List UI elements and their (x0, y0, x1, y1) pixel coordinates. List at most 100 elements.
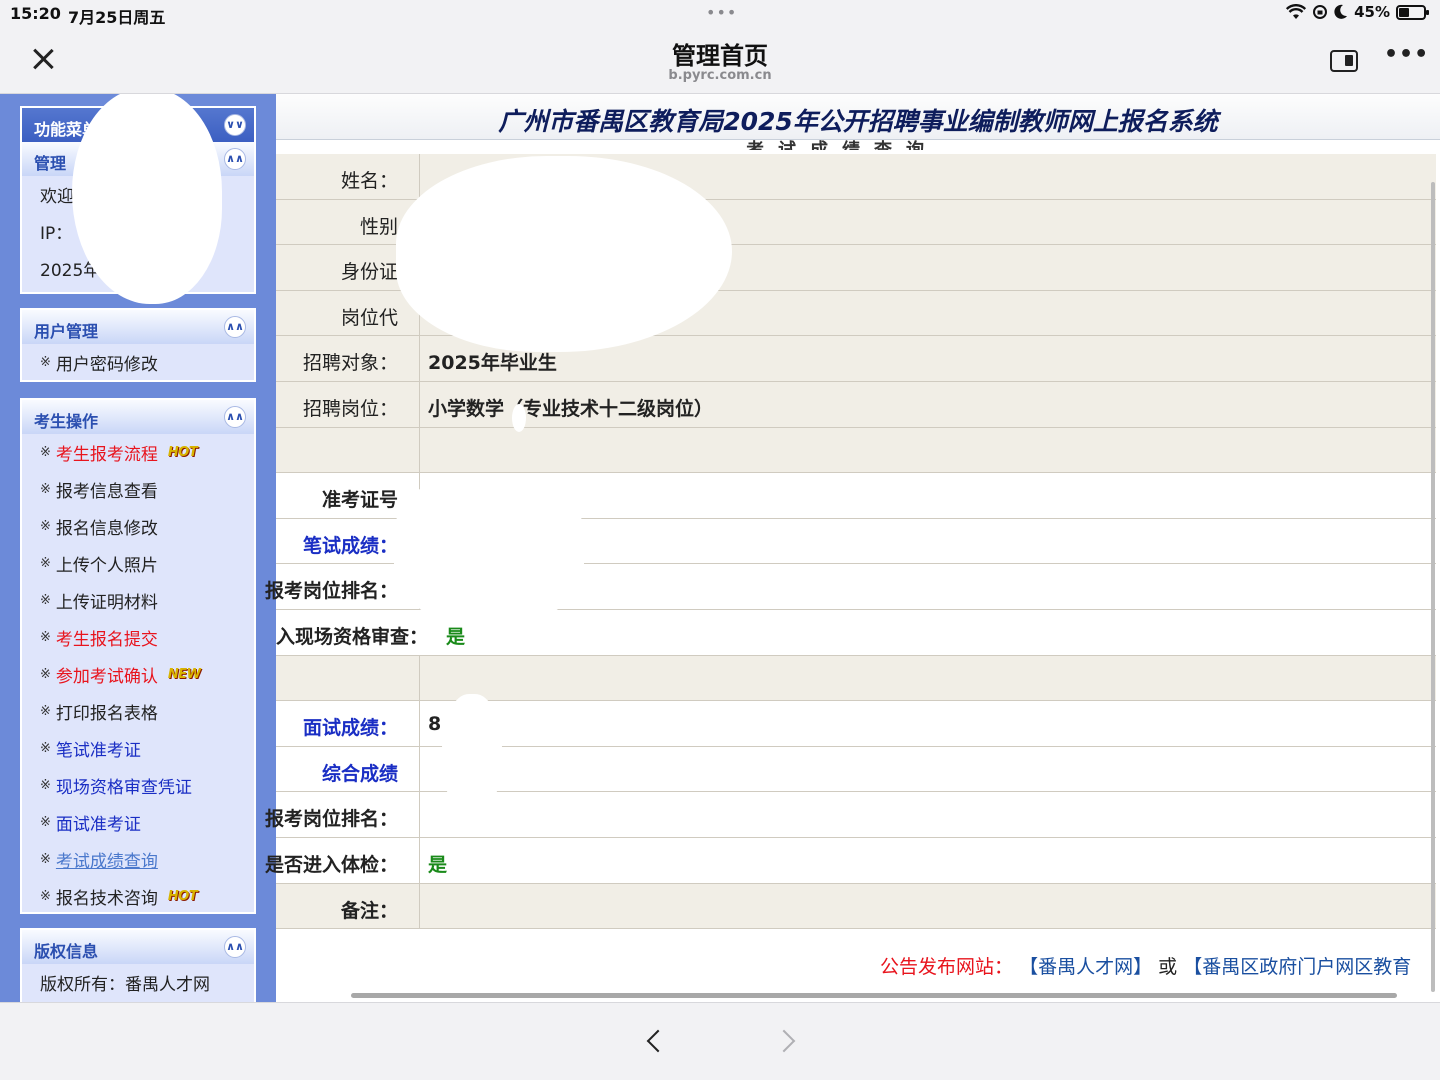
battery-percent: 45% (1354, 3, 1390, 21)
web-page: 功能菜单 ∨∨ 管理 ∧∧ 欢迎 IP： 2025年 用户管理 ∧∧ ※ 用户密码… (0, 94, 1440, 1002)
table-row: 备注： (276, 883, 1436, 930)
bullet-icon: ※ (40, 593, 51, 608)
announcement-label: 公告发布网站： (880, 956, 1014, 978)
sidebar-item-exam[interactable]: ※ 报名技术咨询 HOT (22, 878, 254, 915)
bullet-icon: ※ (40, 704, 51, 719)
bullet-icon: ※ (40, 889, 51, 904)
status-date: 7月25日周五 (68, 8, 166, 27)
sidebar-item-label: 考生报考流程 (55, 445, 158, 465)
exam-panel-title: 考生操作 (34, 412, 99, 431)
status-indicators: 45% (1286, 3, 1429, 21)
sidebar-item-exam[interactable]: ※ 参加考试确认 NEW (22, 656, 254, 693)
bullet-icon: ※ (40, 667, 51, 682)
exam-panel: 考生操作 ∧∧ ※ 考生报考流程 HOT ※ 报考信息查看 ※ 报名信息修改 ※ 上传个人照片 ※… (20, 398, 256, 914)
table-row: 招聘岗位： 小学数学（专业技术十二级岗位） (276, 381, 1436, 428)
sidebar-item-label: 上传证明材料 (55, 593, 158, 613)
user-panel-title: 用户管理 (34, 322, 99, 341)
bullet-icon: ※ (40, 355, 51, 370)
section-subheading: 考试成绩查询 (746, 136, 938, 150)
column-divider (419, 746, 420, 792)
bullet-icon: ※ (40, 741, 51, 756)
sidebar-item-exam[interactable]: ※ 考生报名提交 (22, 619, 254, 656)
moon-icon (1334, 4, 1348, 19)
sidebar-item-label: 用户密码修改 (55, 355, 158, 375)
collapse-icon[interactable]: ∧∧ (224, 316, 246, 338)
sidebar: 功能菜单 ∨∨ 管理 ∧∧ 欢迎 IP： 2025年 用户管理 ∧∧ ※ 用户密码… (0, 94, 276, 1002)
sidebar-item-password[interactable]: ※ 用户密码修改 (22, 344, 254, 381)
horizontal-scrollbar[interactable] (351, 993, 1397, 998)
sidebar-item-label: 报考信息查看 (55, 482, 158, 502)
exam-panel-header: 考生操作 ∧∧ (22, 400, 254, 434)
sidebar-item-label: 报名技术咨询 (55, 889, 158, 909)
redaction-mark (442, 694, 502, 814)
page-url[interactable]: b.pyrc.com.cn (0, 68, 1440, 83)
copyright-panel-header: 版权信息 ∧∧ (22, 930, 254, 964)
battery-level (1399, 7, 1409, 17)
field-label: 招聘岗位： (302, 397, 398, 420)
sidebar-item-exam[interactable]: ※ 面试准考证 (22, 804, 254, 841)
field-label: 姓名： (340, 170, 398, 192)
table-row (276, 427, 1436, 474)
browser-toolbar (0, 1002, 1440, 1080)
more-options-icon[interactable]: ••• (1384, 42, 1429, 67)
status-time: 15:20 (10, 4, 61, 23)
field-label: 是否进入体检： (264, 853, 398, 876)
column-divider (419, 154, 420, 199)
gov-portal-link[interactable]: 【番禺区政府门户网区教育 (1183, 956, 1411, 978)
sidebar-item-exam[interactable]: ※ 笔试准考证 (22, 730, 254, 767)
field-label: 报考岗位排名： (264, 580, 398, 603)
sidebar-item-exam[interactable]: ※ 上传证明材料 (22, 582, 254, 619)
field-label: 身份证 (340, 261, 398, 284)
main-content: 广州市番禺区教育局2025年公开招聘事业编制教师网上报名系统 考试成绩查询 姓名… (265, 94, 1440, 1002)
column-divider (419, 883, 420, 929)
copyright-panel: 版权信息 ∧∧ 版权所有：番禺人才网 (20, 928, 256, 1002)
bullet-icon: ※ (40, 445, 51, 460)
column-divider (419, 381, 420, 427)
collapse-all-icon[interactable]: ∨∨ (224, 114, 246, 136)
table-row: 招聘对象： 2025年毕业生 (276, 336, 1436, 382)
field-value: 是 (428, 853, 448, 876)
split-view-icon[interactable] (1330, 50, 1358, 72)
status-bar: 15:20 7月25日周五 ••• 45% (0, 0, 1440, 28)
column-divider (419, 701, 420, 746)
field-label: 报考岗位排名： (264, 808, 398, 831)
collapse-icon[interactable]: ∧∧ (224, 148, 246, 170)
sidebar-item-exam[interactable]: ※ 上传个人照片 (22, 545, 254, 582)
sidebar-item-label: 考生报名提交 (55, 630, 158, 650)
copyright-panel-title: 版权信息 (34, 942, 99, 961)
sidebar-item-label: 面试准考证 (55, 815, 141, 835)
sidebar-item-exam[interactable]: ※ 打印报名表格 (22, 693, 254, 730)
hot-badge: HOT (167, 889, 198, 904)
forward-icon[interactable] (772, 1029, 796, 1053)
sidebar-item-exam[interactable]: ※ 报名信息修改 (22, 508, 254, 545)
collapse-icon[interactable]: ∧∧ (224, 936, 246, 958)
sidebar-item-label: 现场资格审查凭证 (55, 778, 192, 798)
sidebar-item-exam[interactable]: ※ 报考信息查看 (22, 471, 254, 508)
collapse-icon[interactable]: ∧∧ (224, 406, 246, 428)
bullet-icon: ※ (40, 815, 51, 830)
sidebar-item-label: 笔试准考证 (55, 741, 141, 761)
back-icon[interactable] (646, 1029, 670, 1053)
system-banner: 广州市番禺区教育局2025年公开招聘事业编制教师网上报名系统 (276, 94, 1440, 140)
bullet-icon: ※ (40, 778, 51, 793)
vertical-scrollbar[interactable] (1431, 182, 1435, 992)
exam-panel-body: ※ 考生报考流程 HOT ※ 报考信息查看 ※ 报名信息修改 ※ 上传个人照片 ※ 上传证明材料 ※ 考… (22, 434, 254, 915)
redaction-mark (512, 404, 526, 432)
sidebar-item-exam[interactable]: ※ 考试成绩查询 (22, 841, 254, 878)
multitasking-dots-icon[interactable]: ••• (706, 3, 737, 22)
browser-nav-bar: 管理首页 b.pyrc.com.cn ••• (0, 28, 1440, 94)
system-title: 广州市番禺区教育局2025年公开招聘事业编制教师网上报名系统 (498, 107, 1218, 136)
sidebar-item-exam[interactable]: ※ 考生报考流程 HOT (22, 434, 254, 471)
field-value: 8 (428, 713, 442, 736)
sidebar-item-label: 打印报名表格 (55, 704, 158, 724)
column-divider (419, 655, 420, 701)
sidebar-item-exam[interactable]: ※ 现场资格审查凭证 (22, 767, 254, 804)
field-value: 是 (446, 625, 466, 648)
talent-site-link[interactable]: 【番禺人才网】 (1019, 956, 1152, 978)
field-label: 招聘对象： (302, 352, 398, 375)
column-divider (419, 792, 420, 837)
orientation-lock-icon (1313, 5, 1328, 19)
page-title: 管理首页 (672, 42, 768, 70)
table-row (276, 655, 1436, 702)
copyright-text: 版权所有：番禺人才网 (40, 975, 210, 995)
